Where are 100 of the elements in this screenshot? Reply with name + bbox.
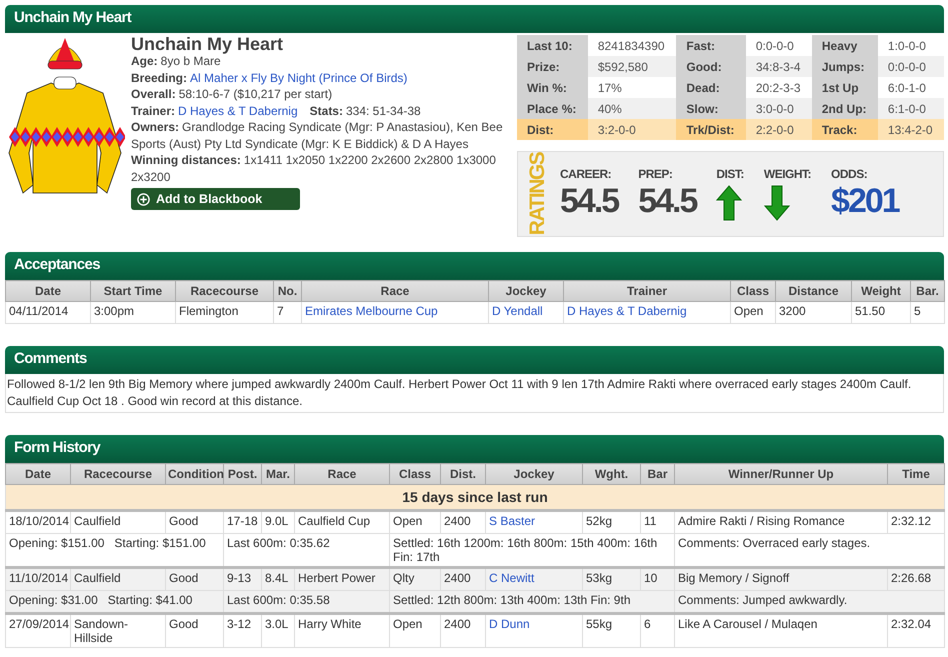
info-line: Age: 8yo b Mare bbox=[131, 54, 222, 70]
stat-label: Slow: bbox=[676, 98, 746, 119]
column-header: Wght. bbox=[582, 464, 640, 484]
table-cell: Opening: $151.00 Starting: $151.00 bbox=[6, 534, 224, 568]
table-link[interactable]: D Yendall bbox=[488, 302, 564, 324]
table-cell: Open bbox=[730, 302, 776, 324]
rating-label: CAREER: bbox=[560, 167, 612, 181]
table-cell: 10 bbox=[640, 568, 674, 590]
column-header: Jockey bbox=[486, 464, 582, 484]
table-cell: 3-12 bbox=[224, 614, 262, 648]
column-header: Time bbox=[888, 464, 944, 484]
table-cell: Comments: Overraced early stages. bbox=[674, 534, 944, 568]
table-cell: 11 bbox=[640, 510, 674, 534]
column-header: Distance bbox=[776, 280, 852, 302]
stat-value: 13:4-2-0 bbox=[878, 119, 944, 140]
column-header: Trainer bbox=[564, 280, 730, 302]
stat-label: Heavy bbox=[812, 35, 878, 56]
table-cell: Qlty bbox=[390, 568, 440, 590]
table-cell: Caulfield bbox=[70, 568, 166, 590]
rating-label: ODDS: bbox=[831, 167, 868, 181]
stat-label: Dist: bbox=[517, 119, 588, 140]
stat-value: 34:8-3-4 bbox=[746, 56, 812, 77]
stat-value: 0:0-0-0 bbox=[746, 35, 812, 56]
column-header: Winner/Runner Up bbox=[674, 464, 888, 484]
table-cell: 27/09/2014 bbox=[6, 614, 70, 648]
table-cell: 2:32.04 bbox=[888, 614, 944, 648]
table-cell: Last 600m: 0:35.58 bbox=[224, 590, 390, 614]
table-cell: Last 600m: 0:35.62 bbox=[224, 534, 390, 568]
section-header: Form History bbox=[5, 435, 944, 463]
info-link[interactable]: D Hayes & T Dabernig bbox=[178, 104, 298, 118]
stat-value: 40% bbox=[588, 98, 676, 119]
column-header: No. bbox=[274, 280, 302, 302]
info-line: Overall: 58:10-6-7 ($10,217 per start) bbox=[131, 86, 334, 102]
table-cell: Good bbox=[166, 614, 224, 648]
table-link[interactable]: D Hayes & T Dabernig bbox=[564, 302, 730, 324]
table-cell: 7 bbox=[274, 302, 302, 324]
table-cell: 3.0L bbox=[262, 614, 294, 648]
table-link[interactable]: D Dunn bbox=[486, 614, 582, 648]
column-header: Class bbox=[730, 280, 776, 302]
table-link[interactable]: Emirates Melbourne Cup bbox=[302, 302, 488, 324]
add-to-blackbook-button[interactable]: Add to Blackbook bbox=[131, 188, 300, 210]
table-link[interactable]: S Baster bbox=[486, 510, 582, 534]
ratings-title: RATINGS bbox=[526, 152, 550, 236]
comment-text: Followed 8-1/2 len 9th Big Memory where jumped awkwardly 2400m Caulf. Herbert Power Oct 11 with 9 len 17th Admire Rakti where overraced early stages 2400m Caulf. Caulfield Cup Oct 18 . Good win record at this distance. bbox=[5, 374, 944, 413]
rating-label: DIST: bbox=[716, 167, 744, 181]
stat-value: 6:1-0-0 bbox=[878, 98, 944, 119]
stat-label: Trk/Dist: bbox=[676, 119, 746, 140]
stat-label: Place %: bbox=[517, 98, 588, 119]
stat-label: Win %: bbox=[517, 77, 588, 98]
table-cell: Admire Rakti / Rising Romance bbox=[674, 510, 888, 534]
table-cell: Settled: 12th 800m: 13th 400m: 13th Fin: 9th bbox=[390, 590, 674, 614]
table-cell: 18/10/2014 bbox=[6, 510, 70, 534]
column-header: Post. bbox=[224, 464, 262, 484]
rating-value: 54.5 bbox=[638, 181, 696, 221]
table-cell: 11/10/2014 bbox=[6, 568, 70, 590]
column-header: Mar. bbox=[262, 464, 294, 484]
table-cell: Open bbox=[390, 510, 440, 534]
rating-label: PREP: bbox=[638, 167, 672, 181]
table-cell: 2400 bbox=[440, 510, 486, 534]
stat-value: 8241834390 bbox=[588, 35, 676, 56]
info-line: Breeding: Al Maher x Fly By Night (Prince Of Birds) bbox=[131, 70, 408, 86]
column-header: Start Time bbox=[90, 280, 176, 302]
info-link[interactable]: Al Maher x Fly By Night (Prince Of Birds) bbox=[190, 70, 408, 84]
column-header: Date bbox=[6, 280, 90, 302]
section-header: Unchain My Heart bbox=[5, 5, 944, 33]
table-cell: 53kg bbox=[582, 568, 640, 590]
table-cell: Big Memory / Signoff bbox=[674, 568, 888, 590]
column-header: Jockey bbox=[488, 280, 564, 302]
stat-label: Dead: bbox=[676, 77, 746, 98]
table-cell: 51.50 bbox=[852, 302, 910, 324]
stat-value: 1:0-0-0 bbox=[878, 35, 944, 56]
stat-value: 6:0-1-0 bbox=[878, 77, 944, 98]
plus-circle-icon bbox=[137, 192, 150, 206]
column-header: Race bbox=[302, 280, 488, 302]
stat-label: Prize: bbox=[517, 56, 588, 77]
stat-label: Jumps: bbox=[812, 56, 878, 77]
section-header: Acceptances bbox=[5, 252, 944, 280]
table-cell: 3:00pm bbox=[90, 302, 176, 324]
info-line: Winning distances: 1x1411 1x2050 1x2200 2x2600 2x2800 1x3000 2x3200 bbox=[131, 152, 497, 185]
table-cell: 52kg bbox=[582, 510, 640, 534]
rating-value: $201 bbox=[831, 181, 899, 221]
table-link[interactable]: C Newitt bbox=[486, 568, 582, 590]
table-cell: Caulfield Cup bbox=[294, 510, 390, 534]
table-cell: 2400 bbox=[440, 568, 486, 590]
column-header: Weight bbox=[852, 280, 910, 302]
stat-label: 1st Up bbox=[812, 77, 878, 98]
table-cell: 5 bbox=[910, 302, 944, 324]
stat-value: 2:2-0-0 bbox=[746, 119, 812, 140]
column-header: Condition bbox=[166, 464, 224, 484]
table-cell: Opening: $31.00 Starting: $41.00 bbox=[6, 590, 224, 614]
days-since-banner: 15 days since last run bbox=[6, 484, 944, 510]
column-header: Class bbox=[390, 464, 440, 484]
table-cell: 55kg bbox=[582, 614, 640, 648]
table-cell: 2400 bbox=[440, 614, 486, 648]
column-header: Race bbox=[294, 464, 390, 484]
table-cell: 9-13 bbox=[224, 568, 262, 590]
table-cell: 2:32.12 bbox=[888, 510, 944, 534]
table-cell: Open bbox=[390, 614, 440, 648]
stat-value: 0:0-0-0 bbox=[878, 56, 944, 77]
table-cell: Caulfield bbox=[70, 510, 166, 534]
